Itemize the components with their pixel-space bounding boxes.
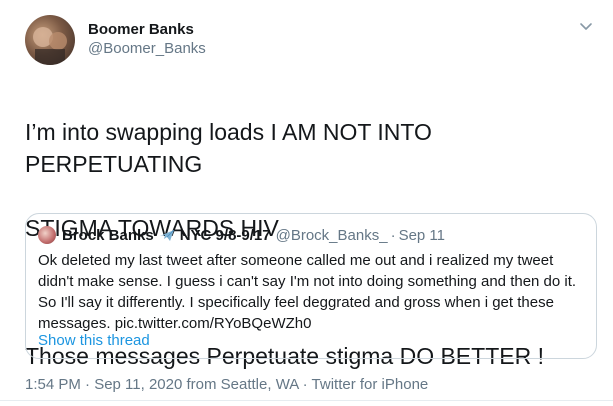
quoted-author-handle: @Brock_Banks_ (275, 226, 388, 244)
quoted-date[interactable]: Sep 11 (399, 227, 445, 244)
tweet-text-line: I’m into swapping loads I AM NOT INTO PE… (25, 119, 432, 177)
quoted-text-line: didn't make sense. I guess i can't say I… (38, 273, 577, 290)
quoted-author-name: Brock Banks (62, 226, 154, 244)
separator-dot: · (390, 226, 396, 244)
quoted-avatar (38, 226, 56, 244)
author-name[interactable]: Boomer Banks (88, 21, 194, 38)
quoted-tweet-header: Brock Banks NYC 9/8-9/17 @Brock_Banks_ ·… (38, 225, 445, 245)
quoted-text-line: messages. pic.twitter.com/RYoBQeWZh0 (38, 315, 312, 332)
author-handle[interactable]: @Boomer_Banks (88, 40, 206, 57)
divider (0, 400, 613, 401)
tweet-metadata[interactable]: 1:54 PM · Sep 11, 2020 from Seattle, WA … (25, 376, 428, 393)
avatar[interactable] (25, 15, 75, 65)
show-thread-link[interactable]: Show this thread (38, 332, 150, 349)
quoted-text-line: So I'll say it differently. I specifical… (38, 294, 554, 311)
quoted-author-name-suffix: NYC 9/8-9/17 (179, 226, 271, 244)
quoted-tweet[interactable]: Brock Banks NYC 9/8-9/17 @Brock_Banks_ ·… (25, 213, 597, 359)
quoted-text-line: Ok deleted my last tweet after someone c… (38, 252, 554, 269)
tweet: Boomer Banks @Boomer_Banks I’m into swap… (0, 0, 613, 406)
airplane-icon (159, 228, 175, 242)
chevron-down-icon[interactable] (578, 18, 594, 34)
quoted-tweet-text: Ok deleted my last tweet after someone c… (38, 250, 588, 334)
